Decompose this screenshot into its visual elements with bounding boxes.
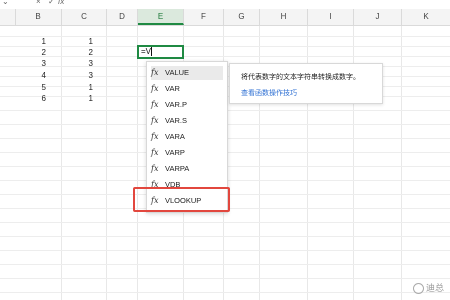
cell-c4[interactable]: 3 xyxy=(73,71,93,80)
fx-icon: fx xyxy=(151,84,159,93)
formula-bar-strip: ⌄ × ✓ fx xyxy=(0,0,450,9)
tooltip-description: 将代表数字的文本字符串转换成数字。 xyxy=(241,74,360,81)
function-name: VARPA xyxy=(165,164,190,173)
function-name: VAR.S xyxy=(165,116,187,125)
watermark-text: 迪总 xyxy=(425,282,444,293)
watermark: 迪总 xyxy=(412,281,444,294)
column-header-g[interactable]: G xyxy=(224,9,260,25)
text-caret xyxy=(151,47,153,57)
grid-line xyxy=(61,26,62,300)
cell-b1[interactable]: 1 xyxy=(26,37,46,46)
watermark-logo-icon xyxy=(412,283,424,294)
fx-icon: fx xyxy=(151,100,159,109)
confirm-icon[interactable]: ✓ xyxy=(48,0,55,6)
fx-icon: fx xyxy=(151,116,159,125)
select-all-corner[interactable] xyxy=(0,9,16,25)
cell-formula-text: =V xyxy=(141,47,152,56)
cell-b4[interactable]: 4 xyxy=(26,71,46,80)
autocomplete-item-vara[interactable]: fx VARA xyxy=(151,130,223,144)
column-header-j[interactable]: J xyxy=(354,9,402,25)
function-name: VARP xyxy=(165,148,185,157)
autocomplete-item-var[interactable]: fx VAR xyxy=(151,82,223,96)
function-tooltip: 将代表数字的文本字符串转换成数字。 查看函数操作技巧 xyxy=(229,63,383,104)
function-name: VARA xyxy=(165,132,185,141)
grid-line xyxy=(0,264,450,265)
fx-icon: fx xyxy=(151,148,159,157)
autocomplete-item-value[interactable]: fx VALUE xyxy=(151,66,223,80)
active-cell-e2[interactable]: =V xyxy=(137,45,184,59)
column-header-h[interactable]: H xyxy=(260,9,308,25)
grid-line xyxy=(0,292,450,293)
function-name: VALUE xyxy=(165,68,190,77)
cancel-icon[interactable]: × xyxy=(36,0,41,6)
cell-c5[interactable]: 1 xyxy=(73,83,93,92)
autocomplete-item-varpa[interactable]: fx VARPA xyxy=(151,162,223,176)
cell-c6[interactable]: 1 xyxy=(73,94,93,103)
vlookup-highlight-box xyxy=(133,187,230,212)
function-name: VAR xyxy=(165,84,180,93)
cell-b6[interactable]: 6 xyxy=(26,94,46,103)
cell-c2[interactable]: 2 xyxy=(73,48,93,57)
column-header-e[interactable]: E xyxy=(138,9,184,25)
tooltip-help-link[interactable]: 查看函数操作技巧 xyxy=(241,88,297,98)
grid-line xyxy=(106,26,107,300)
autocomplete-item-var-p[interactable]: fx VAR.P xyxy=(151,98,223,112)
fx-icon[interactable]: fx xyxy=(58,0,64,6)
grid-line xyxy=(0,250,450,251)
grid-line xyxy=(0,56,450,57)
grid-line xyxy=(0,222,450,223)
fx-icon: fx xyxy=(151,132,159,141)
cell-b5[interactable]: 5 xyxy=(26,83,46,92)
column-header-i[interactable]: I xyxy=(308,9,354,25)
cell-b3[interactable]: 3 xyxy=(26,59,46,68)
cell-c3[interactable]: 3 xyxy=(73,59,93,68)
grid-line xyxy=(0,278,450,279)
cell-c1[interactable]: 1 xyxy=(73,37,93,46)
grid-line xyxy=(0,46,450,47)
fx-icon: fx xyxy=(151,164,159,173)
column-header-d[interactable]: D xyxy=(107,9,138,25)
grid-line xyxy=(0,36,450,37)
chevron-down-icon[interactable]: ⌄ xyxy=(2,0,9,6)
column-header-c[interactable]: C xyxy=(62,9,107,25)
grid-line xyxy=(137,26,138,300)
autocomplete-item-varp[interactable]: fx VARP xyxy=(151,146,223,160)
column-header-row: B C D E F G H I J K xyxy=(0,9,450,26)
column-header-f[interactable]: F xyxy=(184,9,224,25)
function-name: VAR.P xyxy=(165,100,187,109)
autocomplete-item-var-s[interactable]: fx VAR.S xyxy=(151,114,223,128)
column-header-k[interactable]: K xyxy=(402,9,450,25)
cell-b2[interactable]: 2 xyxy=(26,48,46,57)
fx-icon: fx xyxy=(151,68,159,77)
column-header-b[interactable]: B xyxy=(15,9,62,25)
grid-line xyxy=(401,26,402,300)
grid-line xyxy=(0,236,450,237)
